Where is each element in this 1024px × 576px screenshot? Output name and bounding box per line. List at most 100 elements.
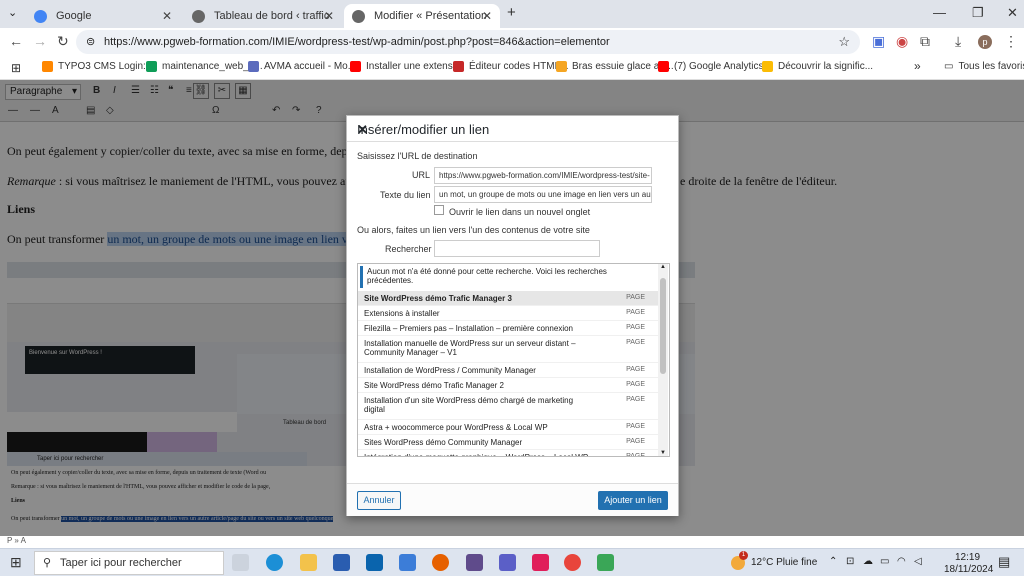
result-row[interactable]: Filezilla – Premiers pas – Installation … <box>358 321 658 336</box>
bookmark-label: (7) Google Analytics... <box>674 61 772 72</box>
result-type: PAGE <box>626 423 645 430</box>
maximize-icon[interactable]: ❐ <box>972 5 984 21</box>
sheet-icon <box>146 61 157 72</box>
search-results-list: Aucun mot n'a été donné pour cette reche… <box>357 263 670 457</box>
bookmark-signification[interactable]: Découvrir la signific... <box>762 61 873 72</box>
add-link-button[interactable]: Ajouter un lien <box>598 491 668 510</box>
bookmark-avma[interactable]: AVMA accueil - Mo... <box>248 61 356 72</box>
clock-time[interactable]: 12:19 <box>955 552 980 563</box>
site-info-icon[interactable]: ⊜ <box>86 30 95 54</box>
tab-google[interactable]: Google ✕ <box>26 4 180 28</box>
cloud-icon[interactable]: ☁ <box>863 556 873 567</box>
network-icon[interactable]: ⊡ <box>846 556 854 567</box>
extension-color-icon[interactable]: ◉ <box>896 33 908 50</box>
result-row[interactable]: Installation d'un site WordPress démo ch… <box>358 393 658 420</box>
download-icon[interactable]: ⤓ <box>955 33 961 50</box>
search-label: Rechercher <box>385 244 432 254</box>
chevron-up-icon[interactable]: ⌃ <box>829 556 837 567</box>
result-row[interactable]: Astra + woocommerce pour WordPress & Loc… <box>358 420 658 435</box>
link-text-input[interactable]: un mot, un groupe de mots ou une image e… <box>434 186 652 203</box>
scroll-up-icon[interactable]: ▲ <box>660 264 666 270</box>
teams-icon[interactable] <box>499 554 516 571</box>
back-icon[interactable]: ← <box>9 33 23 49</box>
devices-icon[interactable] <box>466 554 483 571</box>
all-favorites[interactable]: ▭ Tous les favoris <box>944 61 1024 72</box>
new-tab-checkbox[interactable] <box>434 205 444 215</box>
slack-icon[interactable] <box>532 554 549 571</box>
file-explorer-icon[interactable] <box>300 554 317 571</box>
weather-text[interactable]: 12°C Pluie fine <box>751 557 817 568</box>
result-title: Installation d'un site WordPress démo ch… <box>364 396 574 414</box>
result-title: Installation de WordPress / Community Ma… <box>364 366 536 375</box>
paint-icon[interactable] <box>597 554 614 571</box>
task-view-icon[interactable] <box>232 554 249 571</box>
bookmark-label: Découvrir la signific... <box>778 61 874 72</box>
result-row[interactable]: Site WordPress démo Trafic Manager 2 PAGE <box>358 378 658 393</box>
windows-start-icon[interactable]: ⊞ <box>10 554 22 571</box>
bookmark-analytics[interactable]: (7) Google Analytics... <box>658 61 772 72</box>
edge-icon[interactable] <box>266 554 283 571</box>
result-title: Extensions à installer <box>364 309 440 318</box>
store-icon[interactable] <box>333 554 350 571</box>
close-icon[interactable]: ✕ <box>357 122 670 138</box>
url-text: https://www.pgweb-formation.com/IMIE/wor… <box>104 36 610 48</box>
result-type: PAGE <box>626 309 645 316</box>
battery-icon[interactable]: ▭ <box>880 556 889 567</box>
result-row[interactable]: Extensions à installer PAGE <box>358 306 658 321</box>
profile-avatar[interactable]: p <box>978 35 992 49</box>
extensions-icon[interactable]: ⧉ <box>920 33 930 50</box>
window-close-icon[interactable]: ✕ <box>1007 5 1018 21</box>
result-title: Filezilla – Premiers pas – Installation … <box>364 324 573 333</box>
address-bar[interactable]: ⊜ https://www.pgweb-formation.com/IMIE/w… <box>76 30 860 54</box>
bookmark-maintenance[interactable]: maintenance_web_0... <box>146 61 263 72</box>
translate-icon[interactable]: ▣ <box>872 33 885 50</box>
all-favorites-label: Tous les favoris <box>958 61 1024 72</box>
new-tab-label[interactable]: Ouvrir le lien dans un nouvel onglet <box>449 207 590 217</box>
new-tab-icon[interactable]: + <box>507 4 516 21</box>
forward-icon[interactable]: → <box>33 33 47 49</box>
tab-edit-page[interactable]: Modifier « Présentation de Wo ✕ <box>344 4 500 28</box>
apps-grid-icon[interactable]: ⊞ <box>11 61 21 75</box>
bookmark-typo3[interactable]: TYPO3 CMS Login:... <box>42 61 154 72</box>
close-icon[interactable]: ✕ <box>324 9 334 23</box>
cancel-button[interactable]: Annuler <box>357 491 401 510</box>
taskbar-search-text: Taper ici pour rechercher <box>60 557 182 569</box>
more-bookmarks-icon[interactable]: » <box>914 59 921 73</box>
results-scrollbar[interactable]: ▲ ▼ <box>658 264 668 456</box>
bookmark-html-editor[interactable]: Éditeur codes HTML... <box>453 61 568 72</box>
tab-dashboard[interactable]: Tableau de bord ‹ traffic manag ✕ <box>184 4 342 28</box>
bookmark-label: TYPO3 CMS Login:... <box>58 61 155 72</box>
photos-icon[interactable] <box>399 554 416 571</box>
reload-icon[interactable]: ↻ <box>57 33 69 50</box>
result-title: Site WordPress démo Trafic Manager 3 <box>364 294 512 303</box>
chrome-icon[interactable] <box>564 554 581 571</box>
result-row[interactable]: Site WordPress démo Trafic Manager 3 PAGE <box>358 291 658 306</box>
clock-date[interactable]: 18/11/2024 <box>944 564 993 575</box>
bookmark-youtube-1[interactable]: Installer une extensi... <box>350 61 463 72</box>
firefox-icon[interactable] <box>432 554 449 571</box>
volume-icon[interactable]: ◁ <box>914 556 922 567</box>
bookmark-star-icon[interactable]: ☆ <box>838 30 850 54</box>
close-icon[interactable]: ✕ <box>162 9 172 23</box>
bookmark-label: Installer une extensi... <box>366 61 464 72</box>
minimize-icon[interactable]: — <box>933 5 946 20</box>
scroll-down-icon[interactable]: ▼ <box>660 450 666 456</box>
bookmark-label: Éditeur codes HTML... <box>469 61 569 72</box>
result-row[interactable]: Sites WordPress démo Community Manager PA… <box>358 435 658 450</box>
taskbar-search[interactable]: ⚲ Taper ici pour rechercher <box>34 551 224 575</box>
scrollbar-thumb[interactable] <box>660 278 666 374</box>
url-prompt: Saisissez l'URL de destination <box>357 151 478 161</box>
mail-icon[interactable] <box>366 554 383 571</box>
close-icon[interactable]: ✕ <box>482 9 492 23</box>
bookmark-wiper[interactable]: Bras essuie glace arr... <box>556 61 674 72</box>
url-input[interactable]: https://www.pgweb-formation.com/IMIE/wor… <box>434 167 652 184</box>
tab-search-chevron-icon[interactable]: ⌄ <box>8 6 17 19</box>
result-type: PAGE <box>626 324 645 331</box>
menu-dots-icon[interactable]: ⋮ <box>1004 33 1018 50</box>
result-row[interactable]: Intégration d'une maquette graphique – W… <box>358 450 658 456</box>
result-row[interactable]: Installation manuelle de WordPress sur u… <box>358 336 658 363</box>
search-input[interactable] <box>434 240 600 257</box>
wifi-icon[interactable]: ◠ <box>897 556 906 567</box>
result-row[interactable]: Installation de WordPress / Community Ma… <box>358 363 658 378</box>
notifications-icon[interactable]: ▤ <box>998 554 1010 570</box>
